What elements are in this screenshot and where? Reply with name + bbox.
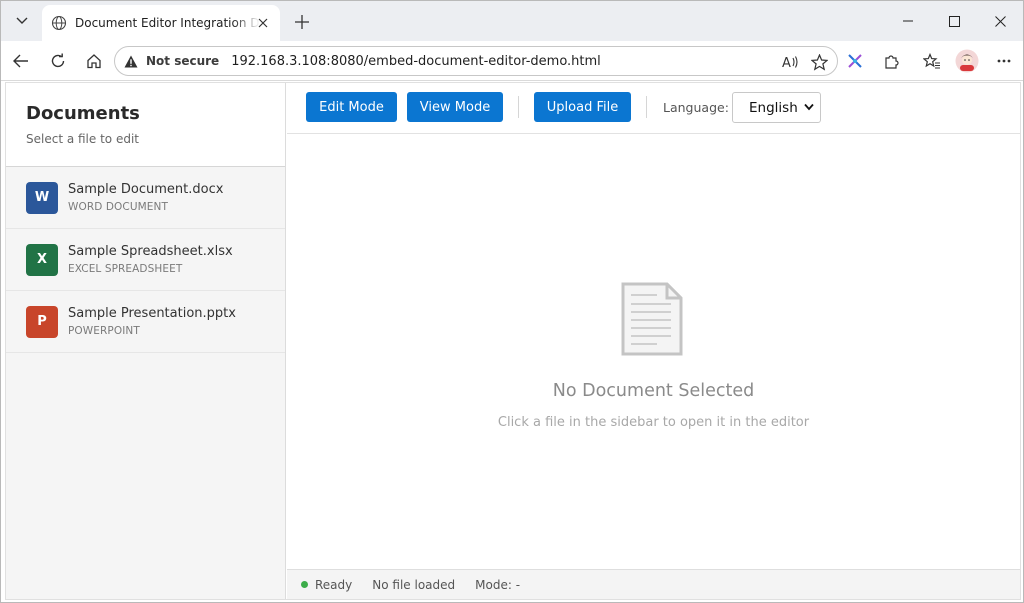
copilot-extension-button[interactable] [841, 47, 869, 75]
language-select[interactable]: English [732, 92, 821, 123]
status-indicator-dot [301, 581, 308, 588]
minimize-button[interactable] [893, 7, 923, 35]
globe-icon [50, 14, 68, 32]
document-icon [621, 282, 683, 356]
toolbar-divider [646, 96, 647, 118]
empty-state-subtitle: Click a file in the sidebar to open it i… [497, 415, 810, 430]
empty-state-title: No Document Selected [552, 381, 755, 401]
more-dots-icon [997, 59, 1011, 63]
file-item-powerpoint[interactable]: P Sample Presentation.pptx POWERPOINT [6, 291, 285, 353]
browser-window: Document Editor Integration Demo [0, 0, 1024, 603]
file-type: POWERPOINT [68, 325, 140, 337]
favorites-icon [923, 52, 940, 69]
sidebar: Documents Select a file to edit W Sample… [6, 83, 286, 599]
chevron-down-icon [16, 17, 28, 24]
favorite-star-icon[interactable] [809, 52, 829, 72]
favorites-button[interactable] [918, 47, 946, 75]
sidebar-subtitle: Select a file to edit [26, 132, 139, 146]
tab-close-icon[interactable] [254, 14, 272, 32]
file-name: Sample Document.docx [68, 182, 224, 197]
view-mode-button[interactable]: View Mode [407, 92, 503, 122]
excel-file-icon: X [26, 243, 58, 276]
svg-text:A: A [782, 56, 791, 70]
upload-file-button[interactable]: Upload File [534, 92, 631, 122]
reload-button[interactable] [44, 47, 72, 75]
page-content: Documents Select a file to edit W Sample… [5, 82, 1021, 600]
maximize-button[interactable] [939, 7, 969, 35]
language-value: English [749, 99, 798, 116]
home-icon [87, 54, 101, 69]
home-button[interactable] [80, 47, 108, 75]
back-button[interactable] [7, 47, 35, 75]
minimize-icon [903, 20, 913, 22]
puzzle-icon [884, 54, 899, 69]
address-bar[interactable]: Not secure 192.168.3.108:8080/embed-docu… [114, 46, 838, 76]
language-label: Language: [663, 100, 729, 115]
extensions-button[interactable] [877, 47, 905, 75]
sidebar-header: Documents Select a file to edit [6, 83, 285, 167]
status-bar: Ready No file loaded Mode: - [287, 569, 1020, 599]
word-file-icon: W [26, 181, 58, 214]
more-menu-button[interactable] [990, 47, 1018, 75]
close-icon [994, 15, 1006, 27]
chevron-down-icon [804, 103, 814, 111]
powerpoint-file-icon: P [26, 305, 58, 338]
avatar-icon [955, 49, 979, 73]
tab-title: Document Editor Integration Demo [75, 16, 260, 30]
new-tab-button[interactable] [289, 9, 315, 35]
toolbar-divider [518, 96, 519, 118]
file-type: WORD DOCUMENT [68, 201, 168, 213]
maximize-icon [948, 15, 960, 27]
file-type: EXCEL SPREADSHEET [68, 263, 183, 275]
tab-strip: Document Editor Integration Demo [1, 1, 1023, 41]
url-text[interactable]: 192.168.3.108:8080/embed-document-editor… [231, 54, 601, 69]
close-window-button[interactable] [985, 7, 1015, 35]
plus-icon [295, 15, 309, 29]
file-item-word[interactable]: W Sample Document.docx WORD DOCUMENT [6, 167, 285, 229]
tab-actions-menu-button[interactable] [6, 5, 38, 37]
reload-icon [51, 53, 65, 68]
status-file: No file loaded [372, 577, 456, 592]
profile-avatar[interactable] [953, 47, 981, 75]
edit-mode-button[interactable]: Edit Mode [306, 92, 397, 122]
editor-toolbar: Edit Mode View Mode Upload File Language… [287, 83, 1020, 134]
back-arrow-icon [13, 54, 28, 68]
file-name: Sample Spreadsheet.xlsx [68, 244, 233, 259]
file-item-excel[interactable]: X Sample Spreadsheet.xlsx EXCEL SPREADSH… [6, 229, 285, 291]
copilot-icon [848, 54, 862, 68]
sidebar-title: Documents [26, 103, 140, 124]
empty-state: No Document Selected Click a file in the… [287, 135, 1020, 569]
security-label[interactable]: Not secure [146, 54, 219, 68]
status-mode: Mode: - [475, 577, 521, 592]
warning-icon[interactable] [124, 54, 138, 68]
status-state: Ready [315, 577, 353, 592]
browser-toolbar: Not secure 192.168.3.108:8080/embed-docu… [1, 41, 1023, 81]
file-name: Sample Presentation.pptx [68, 306, 236, 321]
editor-main: Edit Mode View Mode Upload File Language… [287, 83, 1020, 599]
browser-tab[interactable]: Document Editor Integration Demo [42, 5, 280, 41]
read-aloud-icon[interactable]: A [781, 52, 801, 72]
